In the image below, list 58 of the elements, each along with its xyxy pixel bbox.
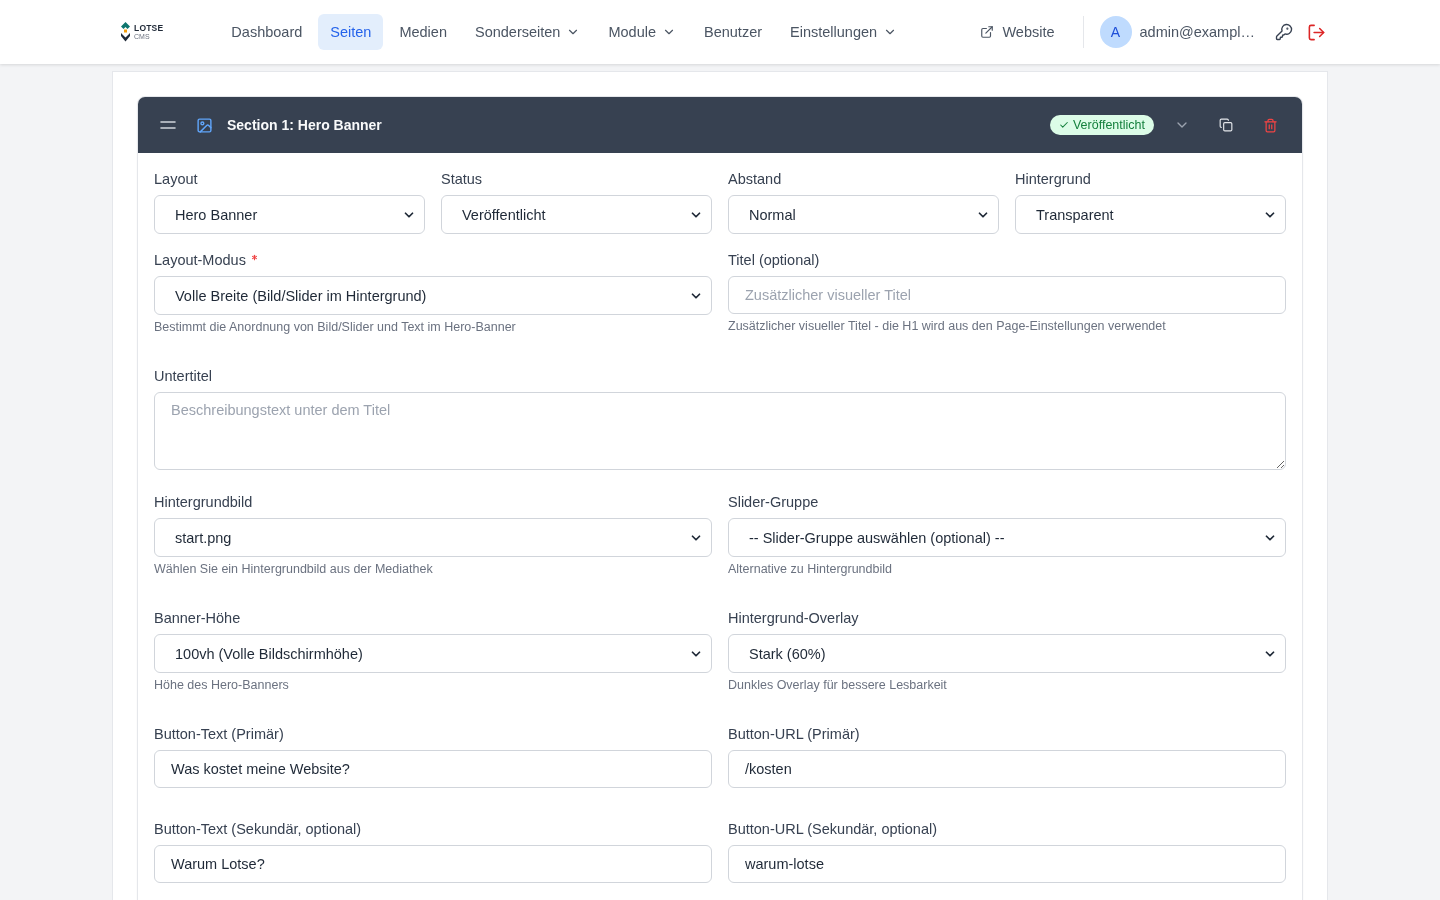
field-label: Button-Text (Sekundär, optional) [154, 820, 362, 839]
check-icon [1058, 120, 1069, 130]
nav-item[interactable]: Sonderseiten [462, 14, 593, 50]
help-text: Zusätzlicher visueller Titel - die H1 wird aus den Page-Einstellungen verwendet [728, 318, 1167, 334]
logo-mark-icon [120, 22, 131, 42]
status-label: Veröffentlicht [1072, 118, 1145, 132]
logout-icon[interactable] [1307, 22, 1326, 42]
field-label: Hintergrundbild [154, 493, 253, 512]
select-field[interactable]: Transparent [1015, 195, 1286, 234]
text-input[interactable]: Warum Lotse? [154, 845, 712, 883]
help-text: Alternative zu Hintergrundbild [728, 561, 893, 577]
select-field[interactable]: -- Slider-Gruppe auswählen (optional) -- [728, 518, 1286, 557]
field-label: Titel (optional) [728, 251, 820, 270]
field-label: Slider-Gruppe [728, 493, 819, 512]
text-input[interactable]: warum-lotse [728, 845, 1286, 883]
select-field[interactable]: Stark (60%) [728, 634, 1286, 673]
field-label: Banner-Höhe [154, 609, 241, 628]
help-text: Höhe des Hero-Banners [154, 677, 290, 693]
field-label: Button-Text (Primär) [154, 725, 284, 744]
nav-item[interactable]: Einstellungen [778, 14, 910, 50]
help-text: Dunkles Overlay für bessere Lesbarkeit [728, 677, 948, 693]
select-field[interactable]: Volle Breite (Bild/Slider im Hintergrund) [154, 276, 712, 315]
textarea-field[interactable]: Beschreibungstext unter dem Titel [154, 392, 1286, 470]
nav-item[interactable]: Dashboard [219, 14, 315, 50]
section-title: Section 1: Hero Banner [227, 117, 382, 133]
website-link[interactable]: Website [968, 14, 1067, 50]
select-field[interactable]: Normal [728, 195, 999, 234]
field-label: Layout [154, 170, 198, 189]
external-link-icon [980, 25, 995, 39]
nav-item[interactable]: Medien [387, 14, 459, 50]
text-input[interactable]: Was kostet meine Website? [154, 750, 712, 788]
key-icon[interactable] [1275, 23, 1293, 41]
user-avatar[interactable]: A [1099, 16, 1132, 48]
copy-icon[interactable] [1219, 118, 1233, 132]
select-field[interactable]: 100vh (Volle Bildschirmhöhe) [154, 634, 712, 673]
field-label: Status [441, 170, 483, 189]
nav-item[interactable]: Benutzer [692, 14, 775, 50]
select-field[interactable]: start.png [154, 518, 712, 557]
text-input[interactable]: Zusätzlicher visueller Titel [728, 276, 1286, 314]
help-text: Wählen Sie ein Hintergrundbild aus der Mediathek [154, 561, 434, 577]
trash-icon[interactable] [1262, 117, 1278, 133]
field-label: Hintergrund-Overlay [728, 609, 859, 628]
field-label: Layout-Modus [154, 251, 246, 270]
field-label: Hintergrund [1015, 170, 1091, 189]
select-field[interactable]: Veröffentlicht [441, 195, 712, 234]
field-label: Button-URL (Primär) [728, 725, 860, 744]
user-email[interactable]: admin@exampl… [1139, 24, 1255, 40]
select-field[interactable]: Hero Banner [154, 195, 425, 234]
image-icon [196, 116, 213, 134]
nav-item[interactable]: Module [596, 14, 688, 50]
nav-item[interactable]: Seiten [318, 14, 384, 50]
drag-handle-icon[interactable] [160, 121, 176, 129]
text-input[interactable]: /kosten [728, 750, 1286, 788]
field-label: Abstand [728, 170, 782, 189]
field-label: Untertitel [154, 367, 213, 386]
field-label: Button-URL (Sekundär, optional) [728, 820, 938, 839]
help-text: Bestimmt die Anordnung von Bild/Slider und Text im Hero-Banner [154, 319, 517, 335]
logo-name: LOTSE [134, 23, 164, 33]
